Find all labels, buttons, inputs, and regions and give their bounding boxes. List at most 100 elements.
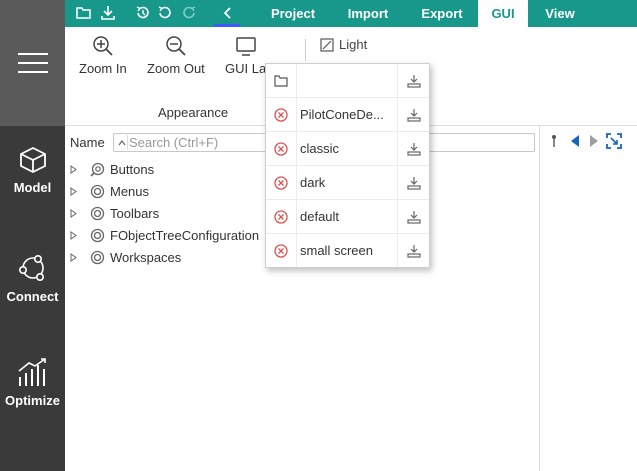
tree-item-buttons[interactable]: Buttons bbox=[70, 158, 154, 180]
download-icon[interactable] bbox=[397, 132, 429, 165]
nav-right-button[interactable] bbox=[586, 133, 602, 149]
tab-gui[interactable]: GUI bbox=[478, 0, 528, 27]
remove-circle-icon[interactable] bbox=[266, 234, 297, 267]
tab-export[interactable]: Export bbox=[410, 0, 474, 27]
monitor-icon bbox=[235, 37, 256, 56]
search-options-button[interactable] bbox=[116, 135, 128, 150]
fit-view-icon bbox=[606, 133, 622, 149]
panel-divider[interactable] bbox=[539, 126, 540, 471]
connect-nodes-icon bbox=[18, 254, 44, 281]
folder-open-icon[interactable] bbox=[266, 64, 297, 97]
expand-triangle-icon[interactable] bbox=[70, 252, 86, 262]
tree-item-label: Toolbars bbox=[110, 205, 160, 221]
theme-icon bbox=[320, 37, 334, 52]
chevron-up-icon bbox=[118, 139, 125, 145]
nav-left-button[interactable] bbox=[567, 133, 583, 149]
gui-layout-button[interactable]: GUI La bbox=[225, 35, 266, 76]
ribbon-separator bbox=[305, 39, 306, 61]
history-button[interactable] bbox=[134, 4, 152, 22]
sidebar-item-label: Optimize bbox=[5, 392, 60, 408]
redo-icon bbox=[183, 6, 196, 19]
download-icon[interactable] bbox=[397, 234, 429, 267]
light-label: Light bbox=[339, 37, 368, 52]
tab-view[interactable]: View bbox=[532, 0, 588, 27]
popup-row-label: dark bbox=[300, 175, 326, 190]
radio-circle-icon bbox=[86, 250, 108, 265]
expand-triangle-icon[interactable] bbox=[70, 164, 86, 174]
cube-icon bbox=[19, 146, 46, 173]
tree-item-label: Workspaces bbox=[110, 249, 182, 265]
popup-row-layout[interactable]: dark bbox=[266, 166, 429, 200]
tab-import[interactable]: Import bbox=[335, 0, 401, 27]
expand-triangle-icon[interactable] bbox=[70, 208, 86, 218]
tree-item-label: Menus bbox=[110, 183, 150, 199]
zoom-in-button[interactable]: Zoom In bbox=[79, 35, 127, 76]
tab-project[interactable]: Project bbox=[260, 0, 326, 27]
popup-row-label: default bbox=[300, 209, 340, 224]
gui-layout-label: GUI La bbox=[225, 61, 267, 76]
back-button[interactable] bbox=[219, 4, 237, 22]
zoom-out-label: Zoom Out bbox=[147, 61, 205, 76]
trend-bars-icon bbox=[18, 357, 46, 386]
radio-circle-icon bbox=[86, 228, 108, 243]
popup-row-layout[interactable]: PilotConeDe... bbox=[266, 98, 429, 132]
hamburger-icon bbox=[17, 53, 48, 73]
popup-row-layout[interactable]: default bbox=[266, 200, 429, 234]
nav-right-icon bbox=[590, 135, 598, 147]
radio-circle-icon bbox=[86, 184, 108, 199]
group-label-appearance: Appearance bbox=[158, 105, 229, 120]
sidebar-item-connect[interactable]: Connect bbox=[0, 238, 65, 318]
history-icon bbox=[136, 6, 149, 19]
menu-button[interactable] bbox=[0, 0, 65, 126]
expand-triangle-icon[interactable] bbox=[70, 230, 86, 240]
tree-item-workspaces[interactable]: Workspaces bbox=[70, 246, 181, 268]
popup-row-layout[interactable]: small screen bbox=[266, 234, 429, 268]
remove-circle-icon[interactable] bbox=[266, 132, 297, 165]
open-button[interactable] bbox=[75, 4, 93, 22]
search-gear-icon bbox=[86, 162, 108, 177]
name-label: Name bbox=[70, 135, 105, 150]
radio-circle-icon bbox=[86, 206, 108, 221]
download-icon[interactable] bbox=[397, 200, 429, 233]
remove-circle-icon[interactable] bbox=[266, 166, 297, 199]
redo-button[interactable] bbox=[180, 4, 198, 22]
popup-row-label: PilotConeDe... bbox=[300, 107, 384, 122]
popup-row-open[interactable] bbox=[266, 64, 429, 98]
expand-triangle-icon[interactable] bbox=[70, 186, 86, 196]
zoom-in-icon bbox=[93, 36, 113, 56]
remove-circle-icon[interactable] bbox=[266, 98, 297, 131]
sidebar-item-optimize[interactable]: Optimize bbox=[0, 342, 65, 422]
undo-button[interactable] bbox=[156, 4, 174, 22]
remove-circle-icon[interactable] bbox=[266, 200, 297, 233]
download-icon[interactable] bbox=[397, 166, 429, 199]
light-theme-button[interactable]: Light bbox=[320, 37, 367, 52]
save-download-button[interactable] bbox=[99, 4, 117, 22]
zoom-out-icon bbox=[166, 36, 186, 56]
sidebar-item-label: Connect bbox=[6, 288, 59, 304]
popup-row-label: classic bbox=[300, 141, 340, 156]
download-icon[interactable] bbox=[397, 64, 429, 97]
pin-icon bbox=[552, 135, 556, 147]
download-icon bbox=[101, 6, 115, 20]
popup-row-label: small screen bbox=[300, 243, 373, 258]
zoom-out-button[interactable]: Zoom Out bbox=[147, 35, 205, 76]
download-icon[interactable] bbox=[397, 98, 429, 131]
folder-open-icon bbox=[76, 7, 91, 19]
gui-layout-popup: PilotConeDe... classic dark default smal… bbox=[265, 63, 430, 268]
nav-left-icon bbox=[571, 135, 579, 147]
zoom-in-label: Zoom In bbox=[79, 61, 127, 76]
sidebar-item-model[interactable]: Model bbox=[0, 130, 65, 210]
tree-item-label: Buttons bbox=[110, 161, 155, 177]
left-sidebar: Model Connect Optimize bbox=[0, 0, 65, 471]
fit-view-button[interactable] bbox=[606, 133, 622, 149]
popup-row-label bbox=[300, 64, 396, 97]
tree-item-label: FObjectTreeConfiguration bbox=[110, 227, 260, 243]
tree-item-fobjecttreeconfiguration[interactable]: FObjectTreeConfiguration bbox=[70, 224, 259, 246]
sidebar-item-label: Model bbox=[13, 179, 52, 195]
top-bar: Project Import Export GUI View bbox=[65, 0, 637, 27]
tree-item-menus[interactable]: Menus bbox=[70, 180, 149, 202]
back-chevron-icon bbox=[223, 7, 231, 19]
popup-row-layout[interactable]: classic bbox=[266, 132, 429, 166]
pin-button[interactable] bbox=[546, 133, 562, 149]
tree-item-toolbars[interactable]: Toolbars bbox=[70, 202, 159, 224]
